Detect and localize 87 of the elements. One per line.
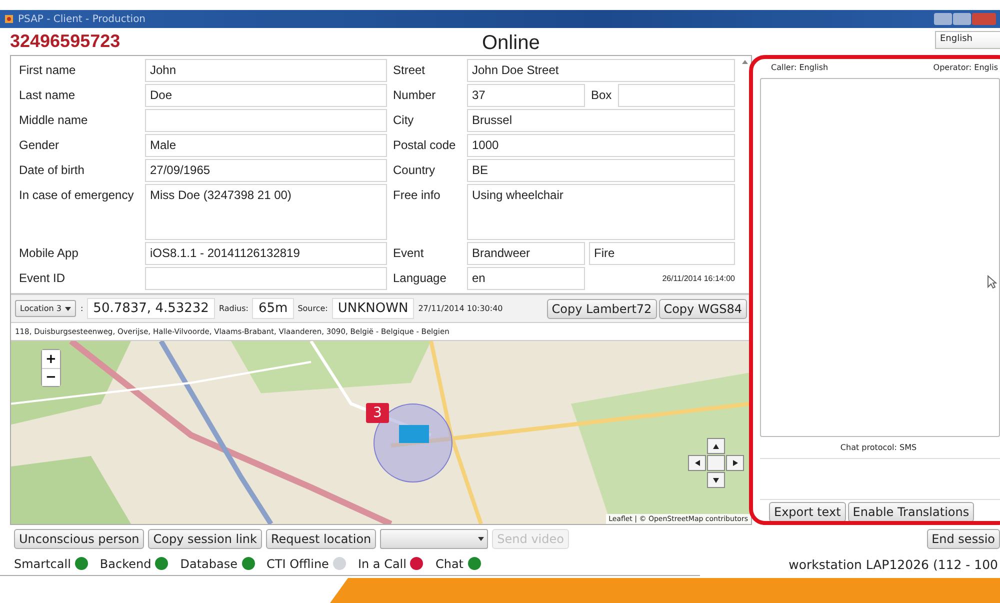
field-label: Mobile App [18,245,80,262]
field-label: Event ID [18,270,66,287]
text-field[interactable] [145,267,387,290]
field-label: Number [392,87,437,104]
radius-field[interactable]: 65m [252,298,294,319]
left-arrow-icon [694,460,700,466]
window-title: PSAP - Client - Production [18,14,146,24]
action-button[interactable]: Copy session link [148,528,262,548]
field-label: Postal code [392,137,457,154]
map-marker[interactable]: 3 [366,403,389,423]
pan-up-button[interactable] [707,438,725,454]
text-field[interactable]: Brussel [467,109,735,132]
up-arrow-icon [713,444,719,448]
location-dropdown[interactable]: Location 3 [15,300,76,317]
text-field[interactable]: Doe [145,84,387,107]
language-dropdown[interactable]: English [935,31,1000,49]
field-label: Event [392,245,425,262]
video-dropdown[interactable] [380,528,488,548]
caller-number: 32496595723 [10,31,120,52]
chat-input[interactable] [760,458,1000,500]
timestamp: 26/11/2014 16:14:00 [661,273,736,285]
field-label: Street [392,62,426,79]
text-field[interactable]: Miss Doe (3247398 21 00) [145,184,387,240]
field-label: Box [590,87,613,104]
scroll-up-icon[interactable] [741,58,749,66]
status-label: In a Call [358,556,406,570]
chat-protocol: Chat protocol: SMS [839,442,918,454]
text-field[interactable]: Fire [589,242,735,265]
operator-language: Operator: Englis [933,63,998,72]
source-field[interactable]: UNKNOWN [332,298,414,319]
copy-button[interactable]: Copy Lambert72 [546,298,657,318]
mouse-pointer-icon [987,275,997,289]
action-button[interactable]: Request location [266,528,376,548]
status-label: CTI Offline [266,556,329,570]
chat-button[interactable]: Export text [769,502,846,522]
copy-button[interactable]: Copy WGS84 [658,298,747,318]
down-arrow-icon [713,478,719,482]
text-field[interactable]: Brandweer [467,242,585,265]
source-label: Source: [298,304,328,313]
field-label: In case of emergency [18,187,135,204]
text-field[interactable]: Male [145,134,387,157]
status-label: Chat [435,556,464,570]
text-field[interactable] [145,109,387,132]
field-label: Last name [18,87,76,104]
text-field[interactable]: 37 [467,84,585,107]
action-button[interactable]: Unconscious person [14,528,144,548]
zoom-out-button[interactable]: − [42,368,60,386]
text-field[interactable]: 27/09/1965 [145,159,387,182]
field-label: Gender [18,137,60,154]
pan-left-button[interactable] [688,455,706,471]
timestamp: 27/11/2014 10:30:40 [418,304,503,313]
coordinates-field[interactable]: 50.7837, 4.53232 [87,298,215,319]
maximize-button[interactable] [953,13,971,25]
caller-language: Caller: English [771,63,828,72]
chat-button[interactable]: Enable Translations [848,502,974,522]
pan-right-button[interactable] [726,455,744,471]
field-label: Free info [392,187,442,204]
status-label: Backend [100,556,152,570]
status-label: Database [180,556,238,570]
minimize-button[interactable] [934,13,952,25]
text-field[interactable]: BE [467,159,735,182]
text-field[interactable]: iOS8.1.1 - 20141126132819 [145,242,387,265]
field-label: Date of birth [18,162,86,179]
connection-status: Online [482,32,540,55]
location-pin[interactable] [399,425,429,443]
caret-icon [65,306,72,310]
pan-down-button[interactable] [707,472,725,488]
text-field[interactable]: John Doe Street [467,59,735,82]
field-label: Middle name [18,112,89,129]
close-button[interactable] [972,13,996,25]
caret-icon [478,536,484,540]
text-field[interactable] [618,84,735,107]
field-label: Language [392,270,448,287]
text-field[interactable]: en [467,267,585,290]
right-arrow-icon [732,460,738,466]
field-label: First name [18,62,77,79]
field-label: Country [392,162,436,179]
end-session-button[interactable]: End sessio [926,528,1000,548]
separator-text: : [80,304,84,313]
field-label: City [392,112,415,129]
workstation-info: workstation LAP12026 (112 - 100 [788,557,998,572]
status-label: Smartcall [14,556,71,570]
radius-label: Radius: [218,304,248,313]
app-icon [4,14,14,24]
text-field[interactable]: John [145,59,387,82]
text-field[interactable]: 1000 [467,134,735,157]
text-field[interactable]: Using wheelchair [467,184,735,240]
